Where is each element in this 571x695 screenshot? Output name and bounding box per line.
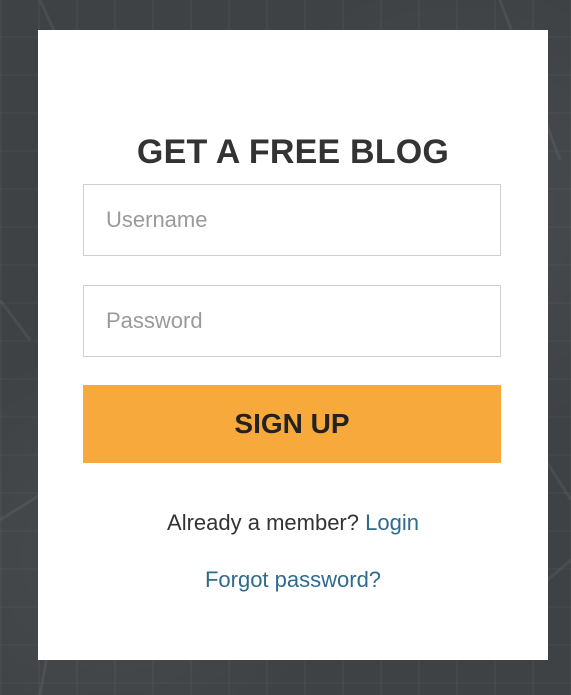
forgot-password-row: Forgot password? — [38, 567, 548, 593]
signup-card: GET A FREE BLOG SIGN UP Already a member… — [38, 30, 548, 660]
username-input[interactable] — [83, 184, 501, 256]
member-prompt-row: Already a member? Login — [38, 510, 548, 536]
member-prompt-text: Already a member? — [167, 510, 359, 535]
login-link[interactable]: Login — [365, 510, 419, 535]
password-input[interactable] — [83, 285, 501, 357]
forgot-password-link[interactable]: Forgot password? — [205, 567, 381, 592]
signup-button[interactable]: SIGN UP — [83, 385, 501, 463]
page-title: GET A FREE BLOG — [136, 133, 450, 171]
